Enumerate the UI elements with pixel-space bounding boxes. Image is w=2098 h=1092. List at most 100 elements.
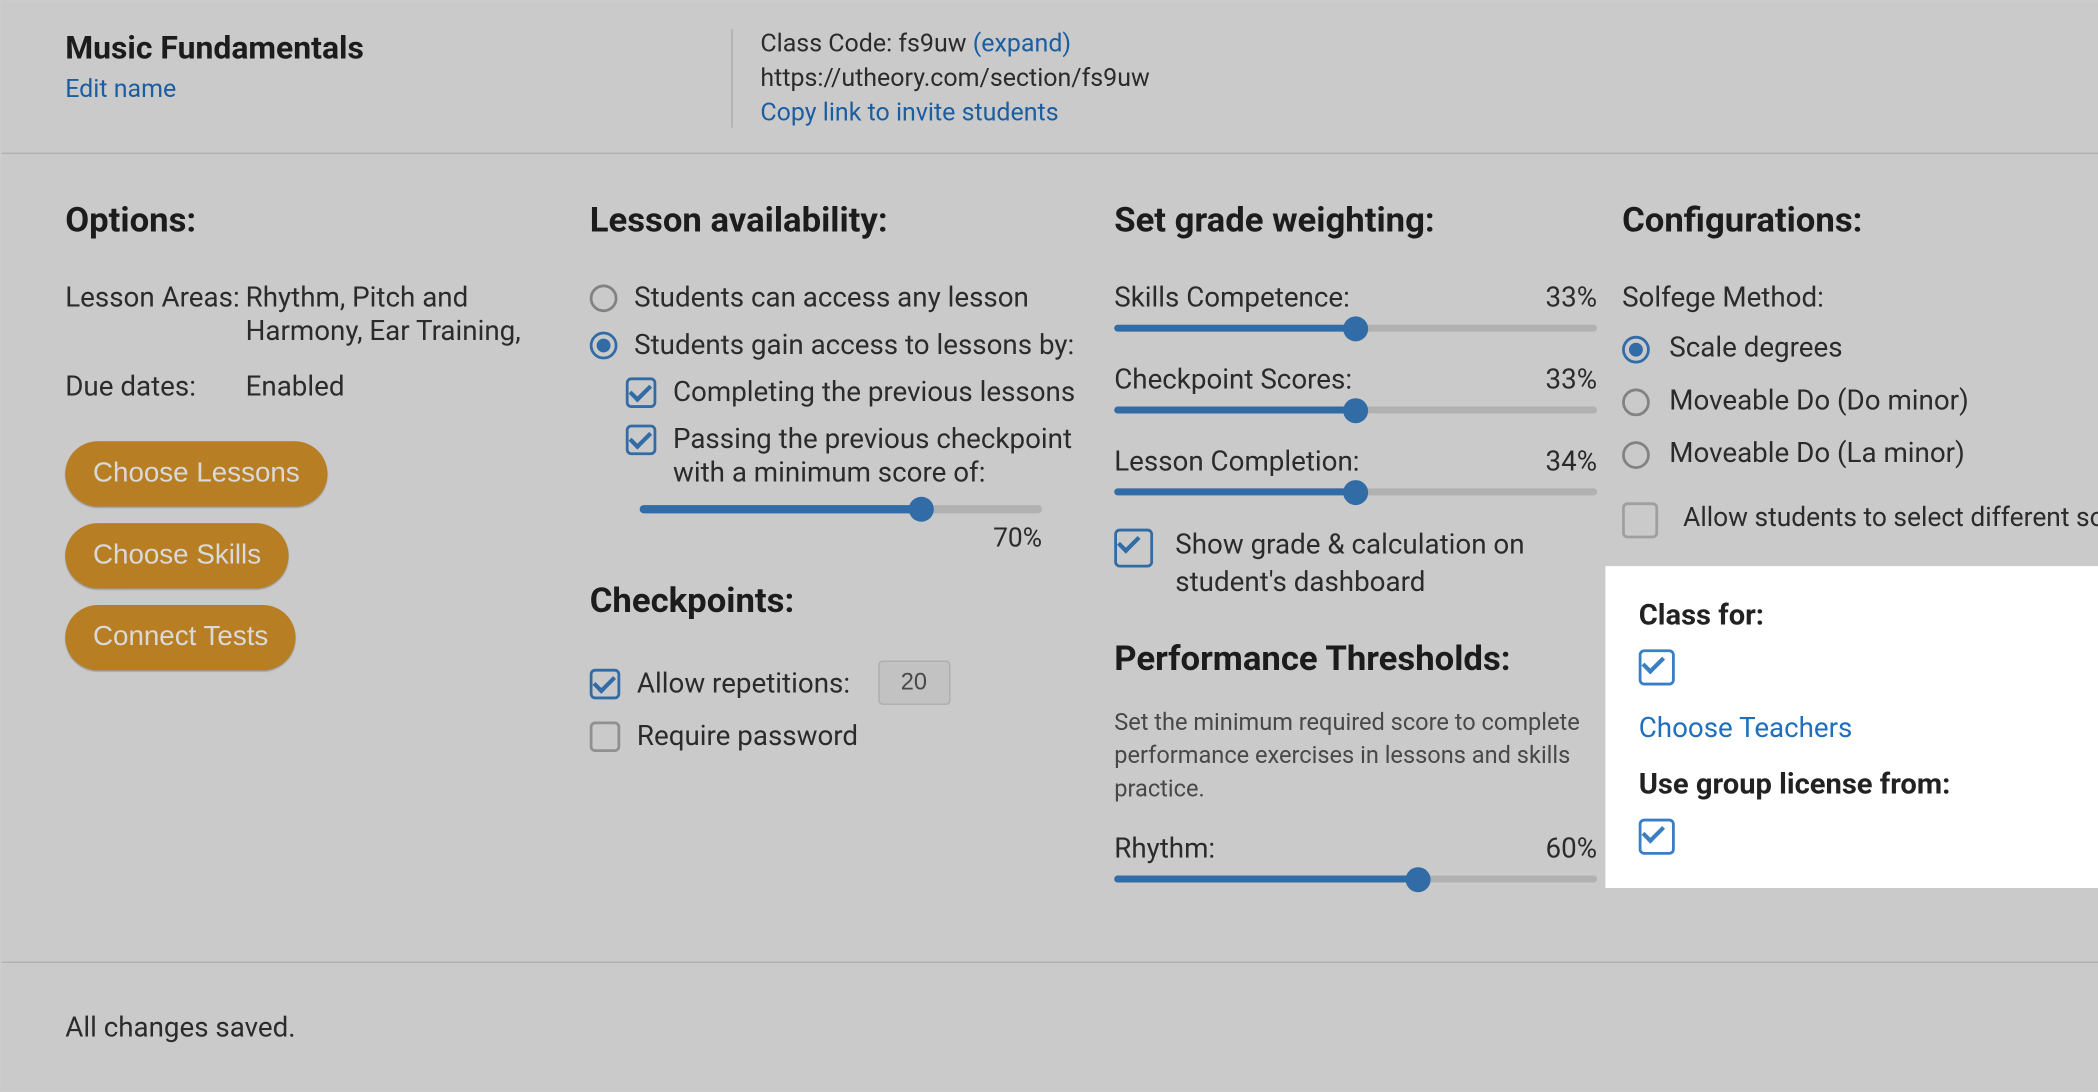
class-code-label: Class Code: — [760, 29, 892, 58]
progressive-sub: Completing the previous lessons Passing … — [626, 375, 1089, 489]
show-grade-label: Show grade & calculation on student's da… — [1175, 526, 1597, 601]
checkbox-icon — [626, 377, 657, 408]
class-license-panel: Class for: Schenker State University (me… — [1605, 566, 2098, 888]
class-for-label: Class for: — [1639, 599, 2098, 632]
availability-heading: Lesson availability: — [590, 201, 1090, 241]
allow-reps-label: Allow repetitions: — [637, 666, 850, 699]
min-score-value: 70% — [590, 522, 1042, 554]
class-url: https://utheory.com/section/fs9uw — [760, 64, 2098, 93]
page: Music Fundamentals Edit name Class Code:… — [0, 0, 2098, 1092]
license-from-value: Schenker State University (me) — [1694, 819, 2098, 851]
options-buttons: Choose Lessons Choose Skills Connect Tes… — [65, 441, 565, 687]
allow-reps-row[interactable]: Allow repetitions: — [590, 660, 1090, 704]
config-column: Configurations: Solfege Method: Scale de… — [1622, 201, 2098, 913]
edit-name-link[interactable]: Edit name — [65, 75, 731, 104]
weight-checkpoint-label: Checkpoint Scores: — [1114, 362, 1352, 395]
perf-desc: Set the minimum required score to comple… — [1114, 708, 1597, 807]
weight-skills-pct: 33% — [1546, 280, 1598, 313]
min-score-slider[interactable] — [640, 505, 1042, 513]
perf-rhythm-label: Rhythm: — [1114, 832, 1215, 865]
lesson-areas-label: Lesson Areas: — [65, 280, 245, 347]
weight-skills: Skills Competence: 33% — [1114, 280, 1597, 331]
weight-lesson-slider[interactable] — [1114, 488, 1597, 495]
solfege-opt-1[interactable]: Moveable Do (Do minor) — [1622, 383, 2098, 416]
radio-icon — [590, 284, 618, 312]
options-heading: Options: — [65, 201, 565, 241]
reps-input[interactable] — [878, 660, 950, 704]
saved-message: All changes saved. — [65, 1010, 295, 1043]
options-column: Options: Lesson Areas: Rhythm, Pitch and… — [65, 201, 565, 913]
checkbox-icon — [626, 425, 657, 456]
weight-lesson: Lesson Completion: 34% — [1114, 444, 1597, 495]
check-completing[interactable]: Completing the previous lessons — [626, 375, 1089, 408]
radio-icon — [1622, 335, 1650, 363]
choose-skills-button[interactable]: Choose Skills — [65, 523, 289, 588]
weight-skills-slider[interactable] — [1114, 325, 1597, 332]
weight-checkpoint-pct: 33% — [1546, 362, 1598, 395]
due-dates-label: Due dates: — [65, 369, 245, 402]
lesson-areas-value: Rhythm, Pitch and Harmony, Ear Training, — [246, 280, 565, 347]
solfege-opt-2-label: Moveable Do (La minor) — [1669, 436, 1965, 469]
radio-icon — [1622, 388, 1650, 416]
radio-any-lesson-label: Students can access any lesson — [634, 280, 1029, 313]
availability-column: Lesson availability: Students can access… — [590, 201, 1090, 913]
show-grade-row[interactable]: Show grade & calculation on student's da… — [1114, 526, 1597, 601]
license-from-row[interactable]: Schenker State University (me) — [1639, 816, 2098, 855]
solfege-opt-0-label: Scale degrees — [1669, 330, 1842, 363]
radio-any-lesson[interactable]: Students can access any lesson — [590, 280, 1090, 313]
checkbox-icon — [590, 722, 621, 753]
due-dates-value: Enabled — [246, 369, 565, 402]
checkpoints-heading: Checkpoints: — [590, 581, 1090, 621]
weight-checkpoint: Checkpoint Scores: 33% — [1114, 362, 1597, 413]
class-title: Music Fundamentals — [65, 29, 731, 66]
class-code-value: fs9uw — [898, 29, 966, 58]
header-left: Music Fundamentals Edit name — [65, 29, 731, 128]
perf-rhythm-slider[interactable] — [1114, 876, 1597, 883]
solfege-opt-0[interactable]: Scale degrees — [1622, 330, 2098, 363]
copy-link[interactable]: Copy link to invite students — [760, 99, 2098, 128]
choose-teachers-link[interactable]: Choose Teachers — [1639, 710, 1853, 743]
lesson-areas-row: Lesson Areas: Rhythm, Pitch and Harmony,… — [65, 280, 565, 347]
checkbox-icon — [1639, 649, 1675, 685]
radio-progressive-label: Students gain access to lessons by: — [634, 327, 1074, 360]
checkbox-icon — [1639, 819, 1675, 855]
header-center: Class Code: fs9uw (expand) https://utheo… — [731, 29, 2098, 128]
body: Options: Lesson Areas: Rhythm, Pitch and… — [1, 154, 2098, 914]
radio-icon — [1622, 441, 1650, 469]
class-for-value: Schenker State University (me) — [1694, 650, 2098, 682]
checkbox-icon — [1622, 502, 1658, 538]
require-password-row[interactable]: Require password — [590, 719, 1090, 752]
config-heading: Configurations: — [1622, 201, 2098, 241]
class-code: Class Code: fs9uw (expand) — [760, 29, 2098, 58]
solfege-method-label: Solfege Method: — [1622, 280, 2098, 313]
header: Music Fundamentals Edit name Class Code:… — [1, 1, 2098, 154]
checkbox-icon — [590, 669, 621, 700]
perf-heading: Performance Thresholds: — [1114, 640, 1597, 680]
footer: All changes saved. Duplicate — [1, 962, 2098, 1091]
perf-rhythm: Rhythm: 60% — [1114, 832, 1597, 883]
expand-link[interactable]: (expand) — [973, 29, 1071, 58]
due-dates-row: Due dates: Enabled — [65, 369, 565, 402]
check-completing-label: Completing the previous lessons — [673, 375, 1089, 408]
radio-progressive[interactable]: Students gain access to lessons by: — [590, 327, 1090, 360]
solfege-opt-2[interactable]: Moveable Do (La minor) — [1622, 436, 2098, 469]
checkbox-icon — [1114, 529, 1153, 568]
grading-column: Set grade weighting: Skills Competence: … — [1114, 201, 1597, 913]
weight-skills-label: Skills Competence: — [1114, 280, 1350, 313]
require-password-label: Require password — [637, 719, 1089, 752]
choose-lessons-button[interactable]: Choose Lessons — [65, 441, 327, 506]
solfege-opt-1-label: Moveable Do (Do minor) — [1669, 383, 1969, 416]
weight-lesson-pct: 34% — [1546, 444, 1598, 477]
weight-lesson-label: Lesson Completion: — [1114, 444, 1359, 477]
perf-rhythm-pct: 60% — [1546, 832, 1598, 865]
weight-checkpoint-slider[interactable] — [1114, 407, 1597, 414]
radio-icon — [590, 332, 618, 360]
class-for-row[interactable]: Schenker State University (me) — [1639, 647, 2098, 686]
allow-solfege-select-label: Allow students to select different solfe… — [1683, 500, 2098, 536]
grading-heading: Set grade weighting: — [1114, 201, 1597, 241]
check-passing-label: Passing the previous checkpoint with a m… — [673, 422, 1089, 489]
connect-tests-button[interactable]: Connect Tests — [65, 605, 296, 670]
license-from-label: Use group license from: — [1639, 769, 2098, 802]
check-passing[interactable]: Passing the previous checkpoint with a m… — [626, 422, 1089, 489]
allow-solfege-select[interactable]: Allow students to select different solfe… — [1622, 500, 2098, 539]
